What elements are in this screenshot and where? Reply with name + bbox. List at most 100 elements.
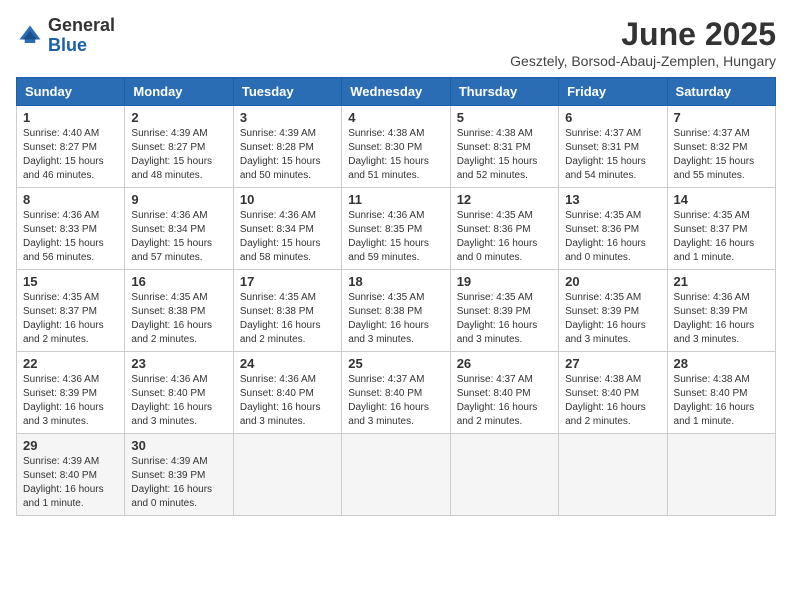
day-number: 18 xyxy=(348,274,443,289)
day-info: Sunrise: 4:35 AMSunset: 8:39 PMDaylight:… xyxy=(457,291,552,347)
day-info: Sunrise: 4:35 AMSunset: 8:36 PMDaylight:… xyxy=(565,209,660,265)
day-number: 16 xyxy=(131,274,226,289)
calendar-cell: 2 Sunrise: 4:39 AMSunset: 8:27 PMDaylight… xyxy=(125,106,233,188)
day-info: Sunrise: 4:35 AMSunset: 8:38 PMDaylight:… xyxy=(240,291,335,347)
day-info: Sunrise: 4:36 AMSunset: 8:35 PMDaylight:… xyxy=(348,209,443,265)
calendar-cell: 23Sunrise: 4:36 AMSunset: 8:40 PMDayligh… xyxy=(125,352,233,434)
day-number: 29 xyxy=(23,438,118,453)
calendar-cell: 28Sunrise: 4:38 AMSunset: 8:40 PMDayligh… xyxy=(667,352,775,434)
day-info: Sunrise: 4:37 AMSunset: 8:40 PMDaylight:… xyxy=(457,373,552,429)
day-number: 13 xyxy=(565,192,660,207)
calendar-cell xyxy=(450,434,558,516)
logo: General Blue xyxy=(16,16,115,56)
calendar-week-row: 22 Sunrise: 4:36 AMSunset: 8:39 PMDayligh… xyxy=(17,352,776,434)
day-info: Sunrise: 4:35 AMSunset: 8:38 PMDaylight:… xyxy=(131,291,226,347)
calendar-table: SundayMondayTuesdayWednesdayThursdayFrid… xyxy=(16,77,776,516)
day-info: Sunrise: 4:36 AMSunset: 8:34 PMDaylight:… xyxy=(240,209,335,265)
logo-icon xyxy=(16,22,44,50)
calendar-cell xyxy=(559,434,667,516)
calendar-week-row: 8Sunrise: 4:36 AMSunset: 8:33 PMDaylight… xyxy=(17,188,776,270)
day-info: Sunrise: 4:39 AMSunset: 8:40 PMDaylight:… xyxy=(23,455,118,511)
calendar-cell: 10 Sunrise: 4:36 AMSunset: 8:34 PMDayligh… xyxy=(233,188,341,270)
calendar-cell: 27 Sunrise: 4:38 AMSunset: 8:40 PMDayligh… xyxy=(559,352,667,434)
day-info: Sunrise: 4:35 AMSunset: 8:36 PMDaylight:… xyxy=(457,209,552,265)
day-number: 28 xyxy=(674,356,769,371)
calendar-cell: 24Sunrise: 4:36 AMSunset: 8:40 PMDayligh… xyxy=(233,352,341,434)
day-info: Sunrise: 4:37 AMSunset: 8:40 PMDaylight:… xyxy=(348,373,443,429)
day-info: Sunrise: 4:37 AMSunset: 8:31 PMDaylight:… xyxy=(565,127,660,183)
day-info: Sunrise: 4:36 AMSunset: 8:33 PMDaylight:… xyxy=(23,209,118,265)
day-info: Sunrise: 4:38 AMSunset: 8:30 PMDaylight:… xyxy=(348,127,443,183)
calendar-day-header: Tuesday xyxy=(233,78,341,106)
day-number: 6 xyxy=(565,110,660,125)
day-info: Sunrise: 4:35 AMSunset: 8:37 PMDaylight:… xyxy=(674,209,769,265)
day-info: Sunrise: 4:40 AMSunset: 8:27 PMDaylight:… xyxy=(23,127,118,183)
calendar-cell: 19 Sunrise: 4:35 AMSunset: 8:39 PMDayligh… xyxy=(450,270,558,352)
day-number: 19 xyxy=(457,274,552,289)
title-block: June 2025 Gesztely, Borsod-Abauj-Zemplen… xyxy=(510,16,776,69)
calendar-day-header: Wednesday xyxy=(342,78,450,106)
calendar-cell: 6 Sunrise: 4:37 AMSunset: 8:31 PMDaylight… xyxy=(559,106,667,188)
calendar-cell: 22 Sunrise: 4:36 AMSunset: 8:39 PMDayligh… xyxy=(17,352,125,434)
location-subtitle: Gesztely, Borsod-Abauj-Zemplen, Hungary xyxy=(510,53,776,69)
calendar-cell: 25 Sunrise: 4:37 AMSunset: 8:40 PMDayligh… xyxy=(342,352,450,434)
calendar-cell xyxy=(342,434,450,516)
calendar-cell: 20Sunrise: 4:35 AMSunset: 8:39 PMDayligh… xyxy=(559,270,667,352)
calendar-cell: 11 Sunrise: 4:36 AMSunset: 8:35 PMDayligh… xyxy=(342,188,450,270)
day-number: 10 xyxy=(240,192,335,207)
calendar-header-row: SundayMondayTuesdayWednesdayThursdayFrid… xyxy=(17,78,776,106)
calendar-cell: 12 Sunrise: 4:35 AMSunset: 8:36 PMDayligh… xyxy=(450,188,558,270)
day-info: Sunrise: 4:36 AMSunset: 8:39 PMDaylight:… xyxy=(674,291,769,347)
day-number: 12 xyxy=(457,192,552,207)
day-info: Sunrise: 4:36 AMSunset: 8:40 PMDaylight:… xyxy=(240,373,335,429)
day-number: 23 xyxy=(131,356,226,371)
day-info: Sunrise: 4:37 AMSunset: 8:32 PMDaylight:… xyxy=(674,127,769,183)
day-number: 21 xyxy=(674,274,769,289)
day-number: 17 xyxy=(240,274,335,289)
day-number: 20 xyxy=(565,274,660,289)
day-info: Sunrise: 4:38 AMSunset: 8:31 PMDaylight:… xyxy=(457,127,552,183)
day-number: 9 xyxy=(131,192,226,207)
day-info: Sunrise: 4:36 AMSunset: 8:39 PMDaylight:… xyxy=(23,373,118,429)
calendar-week-row: 29 Sunrise: 4:39 AMSunset: 8:40 PMDayligh… xyxy=(17,434,776,516)
calendar-cell: 7 Sunrise: 4:37 AMSunset: 8:32 PMDaylight… xyxy=(667,106,775,188)
day-number: 22 xyxy=(23,356,118,371)
calendar-cell: 14 Sunrise: 4:35 AMSunset: 8:37 PMDayligh… xyxy=(667,188,775,270)
month-year-title: June 2025 xyxy=(510,16,776,53)
page-header: General Blue June 2025 Gesztely, Borsod-… xyxy=(16,16,776,69)
day-number: 27 xyxy=(565,356,660,371)
calendar-cell: 15 Sunrise: 4:35 AMSunset: 8:37 PMDayligh… xyxy=(17,270,125,352)
day-info: Sunrise: 4:39 AMSunset: 8:27 PMDaylight:… xyxy=(131,127,226,183)
day-number: 4 xyxy=(348,110,443,125)
day-number: 14 xyxy=(674,192,769,207)
day-info: Sunrise: 4:38 AMSunset: 8:40 PMDaylight:… xyxy=(565,373,660,429)
calendar-cell: 8Sunrise: 4:36 AMSunset: 8:33 PMDaylight… xyxy=(17,188,125,270)
day-number: 25 xyxy=(348,356,443,371)
calendar-cell: 30Sunrise: 4:39 AMSunset: 8:39 PMDayligh… xyxy=(125,434,233,516)
calendar-day-header: Saturday xyxy=(667,78,775,106)
day-info: Sunrise: 4:39 AMSunset: 8:28 PMDaylight:… xyxy=(240,127,335,183)
logo-text: General Blue xyxy=(48,16,115,56)
day-info: Sunrise: 4:35 AMSunset: 8:37 PMDaylight:… xyxy=(23,291,118,347)
calendar-day-header: Friday xyxy=(559,78,667,106)
day-number: 3 xyxy=(240,110,335,125)
day-info: Sunrise: 4:35 AMSunset: 8:38 PMDaylight:… xyxy=(348,291,443,347)
day-number: 11 xyxy=(348,192,443,207)
calendar-cell xyxy=(233,434,341,516)
calendar-cell: 9Sunrise: 4:36 AMSunset: 8:34 PMDaylight… xyxy=(125,188,233,270)
calendar-cell: 13 Sunrise: 4:35 AMSunset: 8:36 PMDayligh… xyxy=(559,188,667,270)
calendar-cell: 18 Sunrise: 4:35 AMSunset: 8:38 PMDayligh… xyxy=(342,270,450,352)
calendar-day-header: Monday xyxy=(125,78,233,106)
day-number: 30 xyxy=(131,438,226,453)
calendar-week-row: 15 Sunrise: 4:35 AMSunset: 8:37 PMDayligh… xyxy=(17,270,776,352)
calendar-week-row: 1Sunrise: 4:40 AMSunset: 8:27 PMDaylight… xyxy=(17,106,776,188)
day-number: 7 xyxy=(674,110,769,125)
day-number: 2 xyxy=(131,110,226,125)
day-number: 5 xyxy=(457,110,552,125)
calendar-day-header: Sunday xyxy=(17,78,125,106)
calendar-cell xyxy=(667,434,775,516)
calendar-cell: 3 Sunrise: 4:39 AMSunset: 8:28 PMDaylight… xyxy=(233,106,341,188)
calendar-day-header: Thursday xyxy=(450,78,558,106)
day-number: 15 xyxy=(23,274,118,289)
calendar-cell: 21 Sunrise: 4:36 AMSunset: 8:39 PMDayligh… xyxy=(667,270,775,352)
